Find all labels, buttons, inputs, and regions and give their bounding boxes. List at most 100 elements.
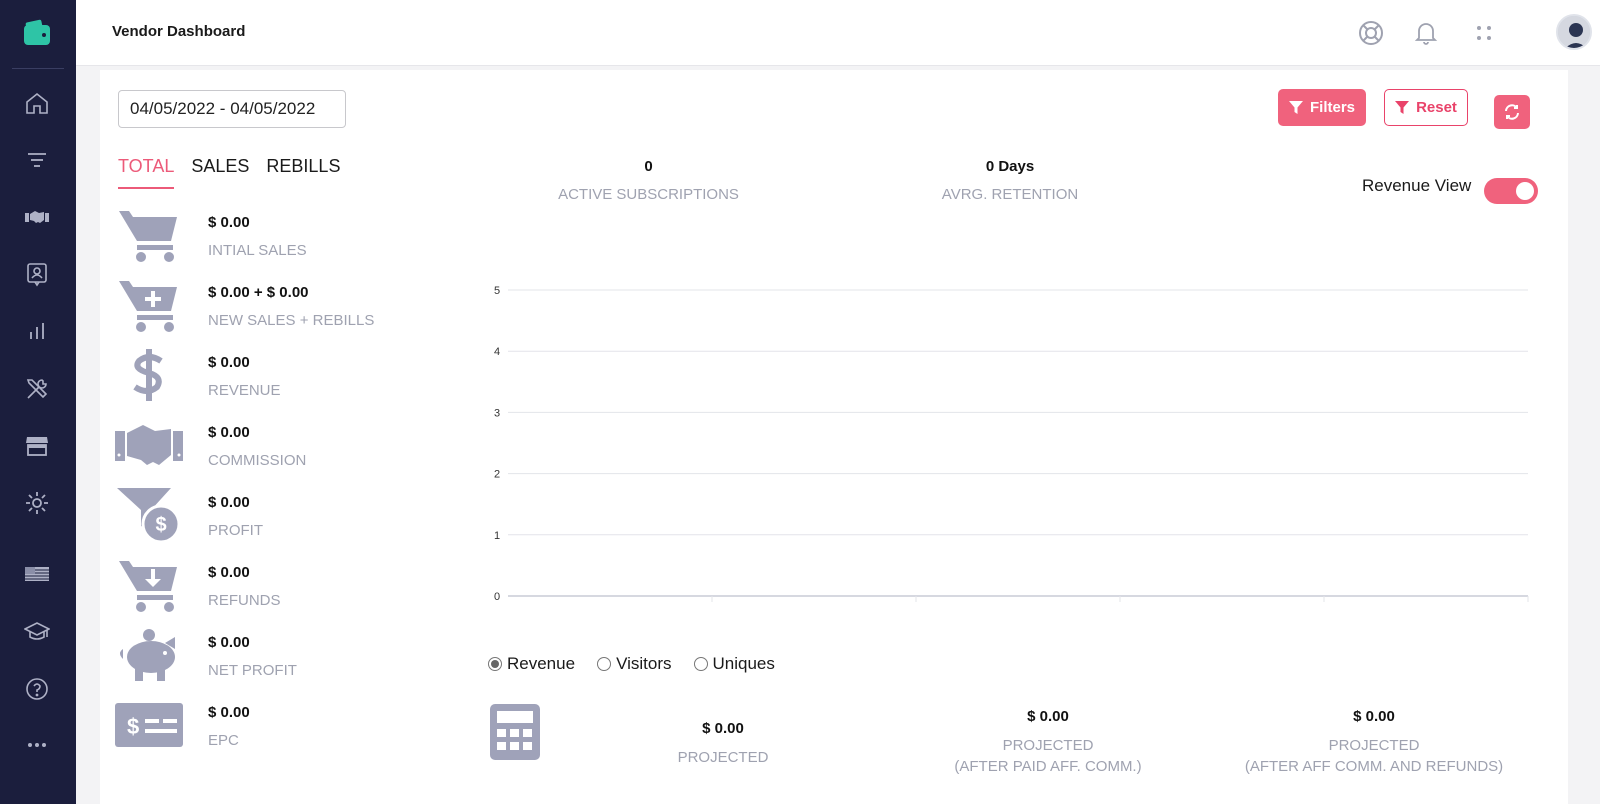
sidebar-item-contacts[interactable] xyxy=(22,259,52,289)
chart-metric-selector: Revenue Visitors Uniques xyxy=(488,654,775,674)
filters-button-label: Filters xyxy=(1309,99,1355,116)
help-icon xyxy=(26,678,48,700)
proj-label-sub: (AFTER PAID AFF. COMM.) xyxy=(954,758,1142,775)
metric-label: INTIAL SALES xyxy=(208,242,307,259)
sidebar-item-home[interactable] xyxy=(22,88,52,118)
metric-label: PROFIT xyxy=(208,522,263,539)
proj-label-main: PROJECTED xyxy=(1002,737,1094,754)
tab-total[interactable]: TOTAL xyxy=(118,156,175,189)
sidebar-item-language[interactable] xyxy=(22,559,52,589)
y-tick-label: 3 xyxy=(494,407,500,419)
stat-value: 0 Days xyxy=(985,158,1035,175)
metric-value: $ 0.00 xyxy=(208,354,250,371)
dashboard-card: 04/05/2022 - 04/05/2022 Filters Reset TO… xyxy=(100,70,1568,804)
toggle-knob xyxy=(1516,182,1534,200)
tab-sales[interactable]: SALES xyxy=(191,156,249,189)
sidebar-item-more[interactable] xyxy=(22,730,52,760)
metric-value: $ 0.00 xyxy=(208,634,250,651)
sidebar-item-settings[interactable] xyxy=(22,488,52,518)
radio-button[interactable] xyxy=(488,657,502,671)
sidebar-item-reports[interactable] xyxy=(22,316,52,346)
filters-button[interactable]: Filters xyxy=(1278,89,1366,126)
radio-label: Uniques xyxy=(712,654,775,673)
metric-refunds: $ 0.00 REFUNDS xyxy=(114,556,444,618)
calculator-icon xyxy=(490,704,540,760)
sidebar-divider xyxy=(12,68,64,69)
metric-value: $ 0.00 xyxy=(208,564,250,581)
radio-label: Visitors xyxy=(616,654,672,673)
sidebar-item-affiliates[interactable] xyxy=(22,202,52,232)
sidebar-item-store[interactable] xyxy=(22,431,52,461)
dollar-icon xyxy=(114,346,184,404)
store-icon xyxy=(26,437,48,456)
y-tick-label: 4 xyxy=(494,346,500,358)
metric-value: $ 0.00 xyxy=(208,424,250,441)
radio-label: Revenue xyxy=(507,654,576,673)
gear-icon xyxy=(26,492,48,514)
svg-text:$: $ xyxy=(155,514,166,536)
proj-value: $ 0.00 xyxy=(702,720,744,737)
date-range-picker[interactable]: 04/05/2022 - 04/05/2022 xyxy=(118,90,346,128)
top-header: Vendor Dashboard xyxy=(76,0,1600,66)
proj-label-main: PROJECTED xyxy=(1328,737,1420,754)
metric-net-profit: $ 0.00 NET PROFIT xyxy=(114,626,444,688)
lifebuoy-icon xyxy=(1359,21,1383,45)
metric-value: $ 0.00 + $ 0.00 xyxy=(208,284,309,301)
metric-tabs: TOTAL SALES REBILLS xyxy=(118,156,340,189)
funnel-dollar-icon: $ xyxy=(114,486,184,544)
us-flag-icon xyxy=(25,567,49,581)
tab-rebills[interactable]: REBILLS xyxy=(266,156,340,189)
avg-retention-stat: 0 Days AVRG. RETENTION xyxy=(920,158,1100,203)
filter-lines-icon xyxy=(28,153,46,167)
refresh-button[interactable] xyxy=(1494,95,1530,129)
filter-icon xyxy=(1395,100,1410,114)
y-tick-label: 0 xyxy=(494,591,500,603)
proj-label: PROJECTED (AFTER PAID AFF. COMM.) xyxy=(928,735,1168,777)
y-tick-label: 2 xyxy=(494,469,500,481)
proj-label-sub: (AFTER AFF COMM. AND REFUNDS) xyxy=(1244,758,1504,775)
stat-label: AVRG. RETENTION xyxy=(941,186,1079,203)
proj-value: $ 0.00 xyxy=(1027,708,1069,725)
proj-label: PROJECTED xyxy=(677,749,769,766)
sidebar-item-academy[interactable] xyxy=(22,616,52,646)
metric-revenue: $ 0.00 REVENUE xyxy=(114,346,444,408)
avatar[interactable] xyxy=(1556,14,1592,50)
contact-card-icon xyxy=(27,263,47,287)
metric-label: NET PROFIT xyxy=(208,662,297,679)
metric-initial-sales: $ 0.00 INTIAL SALES xyxy=(114,206,444,268)
y-tick-label: 5 xyxy=(494,285,500,297)
metric-epc: $ $ 0.00 EPC xyxy=(114,696,444,758)
radio-visitors[interactable]: Visitors xyxy=(597,654,672,674)
sidebar-item-tools[interactable] xyxy=(22,374,52,404)
sidebar-item-list[interactable] xyxy=(22,145,52,175)
cart-arrow-down-icon xyxy=(114,556,184,614)
revenue-chart: 0 1 2 3 4 5 xyxy=(494,285,1529,603)
notifications-button[interactable] xyxy=(1411,18,1441,48)
graduation-cap-icon xyxy=(24,622,50,640)
apps-button[interactable] xyxy=(1469,18,1499,48)
handshake-icon xyxy=(114,416,184,474)
metric-label: EPC xyxy=(208,732,239,749)
revenue-view-label: Revenue View xyxy=(1362,176,1472,195)
wallet-logo-icon[interactable] xyxy=(22,18,52,48)
radio-button[interactable] xyxy=(693,657,708,671)
projected-after-aff-refunds-stat: $ 0.00 PROJECTED (AFTER AFF COMM. AND REF… xyxy=(1234,708,1514,777)
radio-uniques[interactable]: Uniques xyxy=(693,654,775,674)
projected-stat: $ 0.00 PROJECTED xyxy=(653,720,793,768)
sidebar-item-help[interactable] xyxy=(22,674,52,704)
reset-button[interactable]: Reset xyxy=(1384,89,1468,126)
page-title: Vendor Dashboard xyxy=(112,23,246,40)
radio-button[interactable] xyxy=(597,657,612,671)
revenue-view-toggle[interactable] xyxy=(1484,178,1538,204)
radio-revenue[interactable]: Revenue xyxy=(488,654,575,674)
metric-commission: $ 0.00 COMMISSION xyxy=(114,416,444,478)
reset-button-label: Reset xyxy=(1416,99,1457,116)
metric-label: REVENUE xyxy=(208,382,281,399)
metric-value: $ 0.00 xyxy=(208,214,250,231)
support-button[interactable] xyxy=(1356,18,1386,48)
piggy-bank-icon xyxy=(114,626,184,684)
metric-label: NEW SALES + REBILLS xyxy=(208,312,375,329)
metric-label: COMMISSION xyxy=(208,452,307,469)
more-icon xyxy=(28,743,46,747)
handshake-icon xyxy=(25,211,49,223)
